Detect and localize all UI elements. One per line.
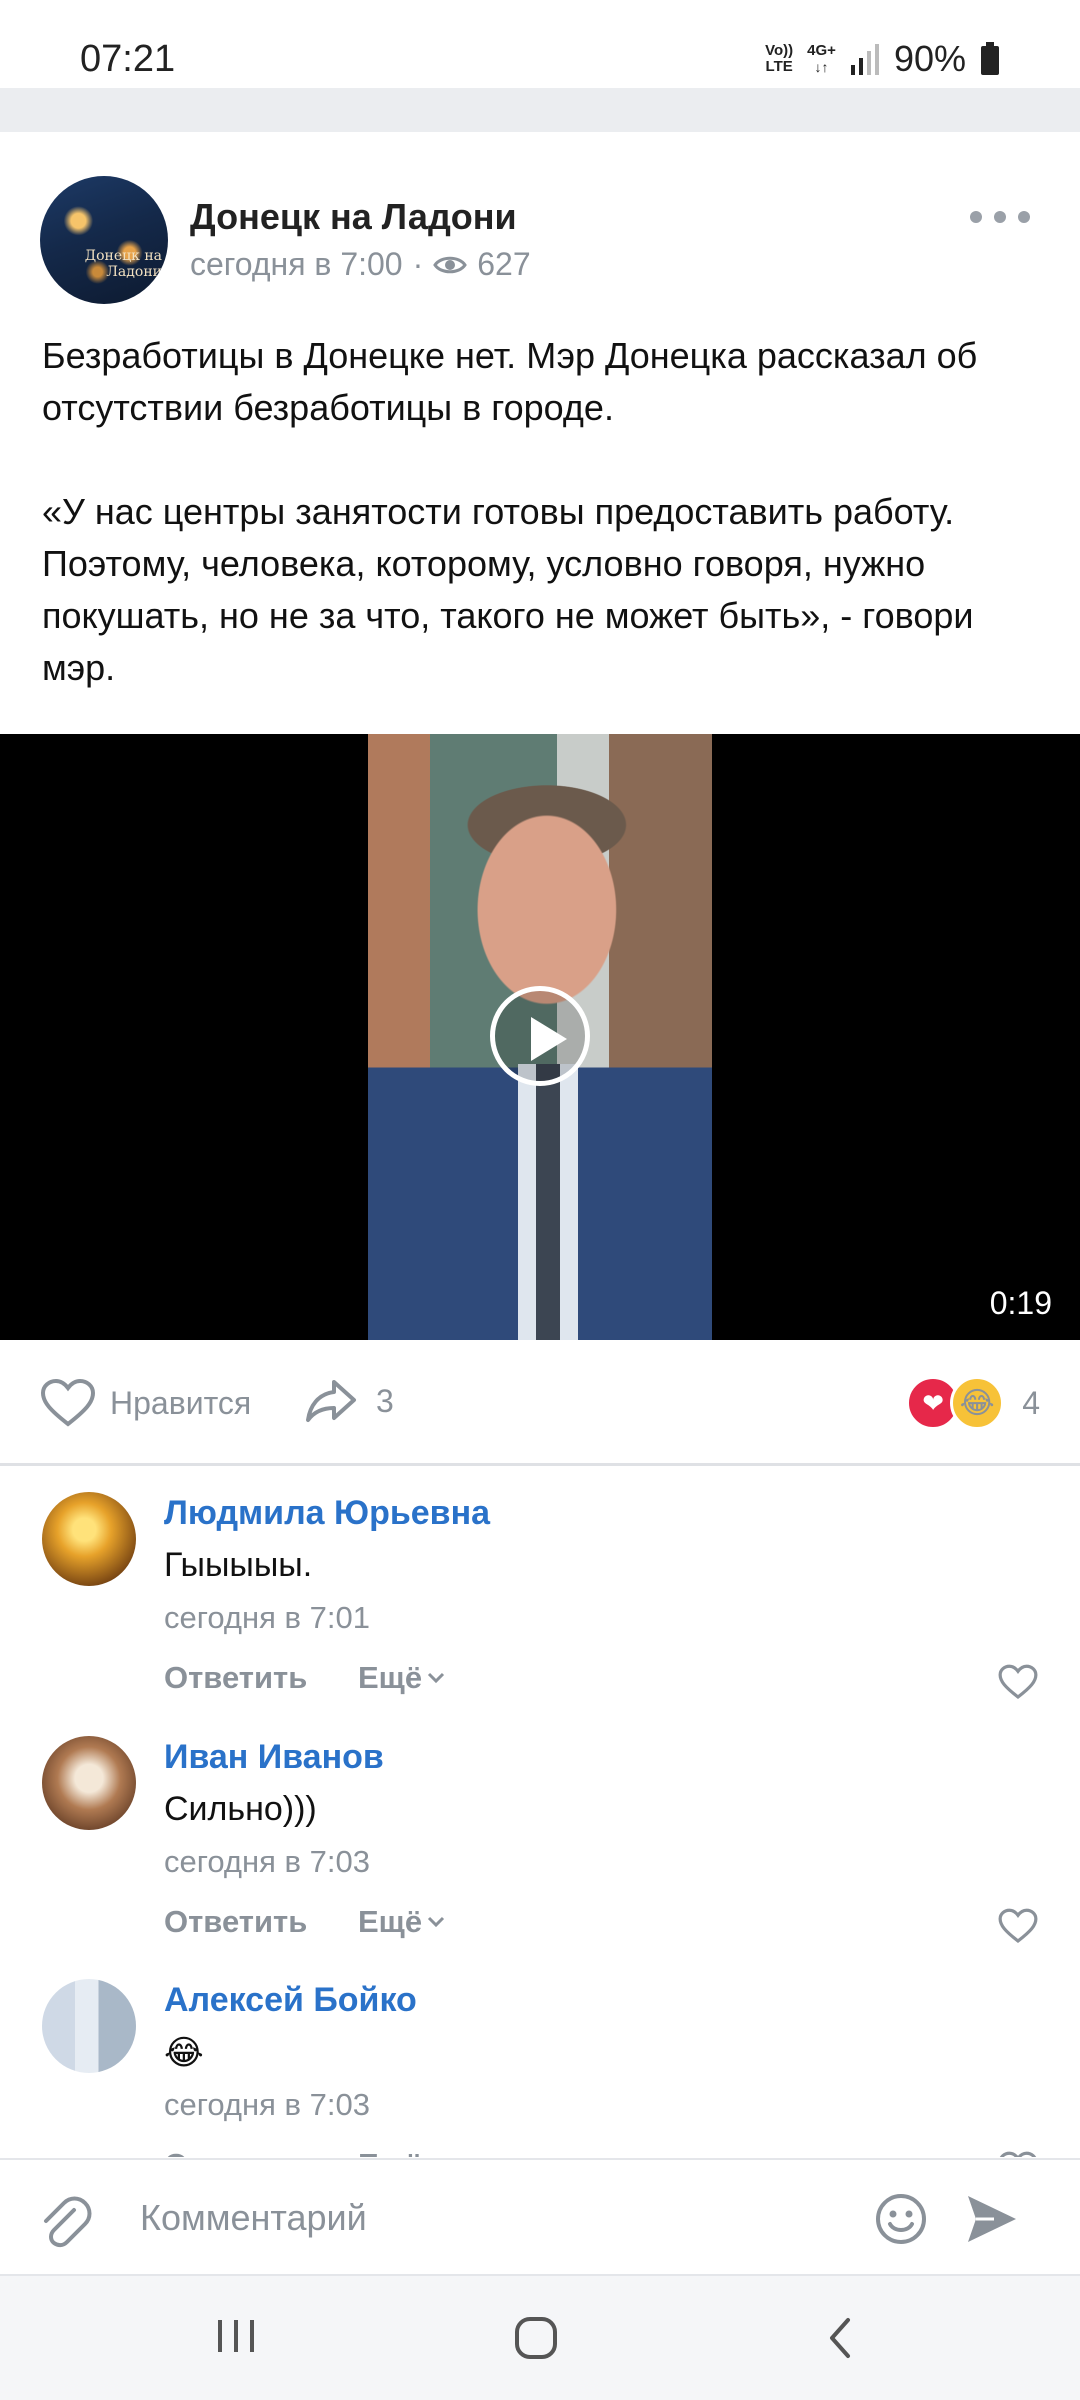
dot-icon (994, 211, 1006, 223)
emoji-icon[interactable] (874, 2192, 928, 2246)
header-separator (0, 88, 1080, 132)
battery-level: 90% (893, 38, 966, 79)
post-header: Донецк на Ладони Донецк на Ладони сегодн… (0, 132, 1080, 304)
post-more-button[interactable] (970, 202, 1030, 232)
laugh-reaction-icon: 😂 (950, 1376, 1005, 1430)
reply-button[interactable]: Ответить (164, 2147, 307, 2157)
heart-icon (40, 1378, 96, 1427)
group-avatar-text: Донецк на Ладони (84, 248, 162, 280)
recent-apps-icon[interactable] (214, 2314, 258, 2358)
play-button-icon[interactable] (490, 986, 590, 1086)
comment-input[interactable] (140, 2188, 840, 2248)
meta-separator: · (412, 246, 424, 282)
more-dropdown[interactable]: Ещё (358, 2147, 446, 2157)
reactions-count: 4 (1022, 1384, 1040, 1421)
more-label: Ещё (358, 1660, 423, 1695)
reply-button[interactable]: Ответить (164, 1904, 307, 1940)
signal-icon (850, 44, 879, 75)
post-text: Безработицы в Донецке нет. Мэр Донецка р… (42, 330, 1042, 694)
back-icon[interactable] (820, 2314, 860, 2362)
like-button[interactable]: Нравится (40, 1378, 251, 1428)
status-icons: Vo)) LTE 4G+ ↓↑ 90% (765, 38, 1000, 80)
status-bar: 07:21 Vo)) LTE 4G+ ↓↑ 90% (0, 0, 1080, 88)
dot-icon (970, 211, 982, 223)
group-avatar[interactable]: Донецк на Ладони (40, 176, 168, 304)
avatar[interactable] (42, 1492, 136, 1586)
comment-like-icon[interactable] (998, 2151, 1038, 2157)
post-paragraph: Безработицы в Донецке нет. Мэр Донецка р… (42, 335, 978, 428)
avatar[interactable] (42, 1979, 136, 2073)
video-duration: 0:19 (989, 1285, 1052, 1321)
paperclip-icon[interactable] (36, 2194, 92, 2250)
comment-author[interactable]: Алексей Бойко (164, 1981, 417, 2020)
comment-text: 😂 (164, 2034, 204, 2072)
post-actions: Нравится 3 ❤ 😂 4 (0, 1340, 1080, 1466)
network-type-indicator: 4G+ ↓↑ (807, 42, 836, 76)
comment-time: сегодня в 7:01 (164, 1600, 370, 1635)
like-label: Нравится (110, 1384, 252, 1421)
post-meta: сегодня в 7:00 · 627 (190, 246, 531, 283)
comment-text: Сильно))) (164, 1790, 317, 1828)
share-count: 3 (376, 1382, 394, 1419)
system-navigation-bar (0, 2274, 1080, 2400)
comment-like-icon[interactable] (998, 1664, 1038, 1700)
reply-button[interactable]: Ответить (164, 1660, 307, 1696)
comment-item: Иван Иванов Сильно))) сегодня в 7:03 Отв… (0, 1714, 1080, 1954)
eye-icon (433, 256, 468, 273)
comment-time: сегодня в 7:03 (164, 2087, 370, 2122)
more-label: Ещё (358, 1904, 423, 1939)
volte-indicator: Vo)) LTE (765, 42, 794, 75)
comment-author[interactable]: Иван Иванов (164, 1738, 384, 1777)
more-dropdown[interactable]: Ещё (358, 1904, 446, 1940)
group-name[interactable]: Донецк на Ладони (190, 196, 517, 238)
send-icon[interactable] (964, 2192, 1020, 2246)
comment-composer (0, 2158, 1080, 2274)
dot-icon (1018, 211, 1030, 223)
share-button[interactable]: 3 (304, 1378, 394, 1424)
battery-icon (981, 42, 999, 75)
comment-item: Алексей Бойко 😂 сегодня в 7:03 Ответить … (0, 1957, 1080, 2157)
more-dropdown[interactable]: Ещё (358, 1660, 446, 1696)
avatar[interactable] (42, 1736, 136, 1830)
comment-like-icon[interactable] (998, 1908, 1038, 1944)
more-label: Ещё (358, 2147, 422, 2157)
data-arrows-icon: ↓↑ (814, 59, 829, 75)
chevron-down-icon (428, 1916, 445, 1928)
comment-author[interactable]: Людмила Юрьевна (164, 1494, 490, 1533)
post-paragraph: «У нас центры занятости готовы предостав… (42, 491, 974, 688)
comment-item: Людмила Юрьевна Гыыыыы. сегодня в 7:01 О… (0, 1470, 1080, 1710)
post-time: сегодня в 7:00 (190, 246, 403, 282)
chevron-down-icon (428, 1672, 445, 1684)
comment-time: сегодня в 7:03 (164, 1844, 370, 1879)
home-icon[interactable] (512, 2314, 560, 2362)
status-time: 07:21 (80, 38, 176, 80)
share-icon (306, 1380, 356, 1422)
reactions-summary[interactable]: ❤ 😂 4 (906, 1376, 1040, 1430)
views-count: 627 (477, 246, 531, 282)
comment-text: Гыыыыы. (164, 1546, 313, 1584)
